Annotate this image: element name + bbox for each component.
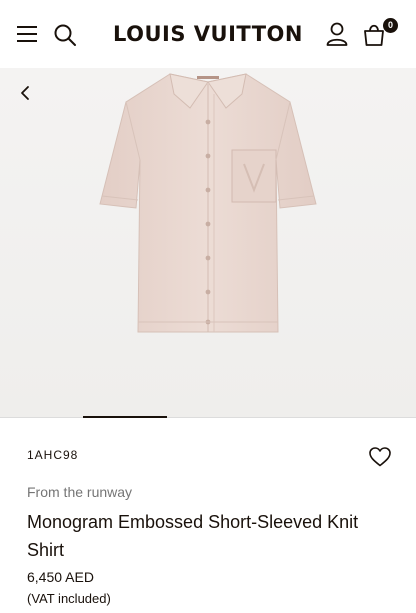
chevron-left-icon[interactable]	[17, 84, 35, 102]
product-price: 6,450 AED	[27, 569, 94, 585]
brand-logo[interactable]: LOUIS VUITTON	[108, 20, 308, 48]
product-tagline: From the runway	[27, 484, 133, 500]
top-header: LOUIS VUITTON 0	[0, 0, 416, 68]
bag-count-badge: 0	[383, 18, 398, 33]
product-title: Monogram Embossed Short-Sleeved Knit Shi…	[27, 512, 359, 560]
menu-bar	[17, 40, 37, 42]
product-image	[99, 73, 317, 333]
vat-note: (VAT included)	[27, 591, 111, 606]
product-page: LOUIS VUITTON 0 1AHC98 From the runway M…	[0, 0, 416, 613]
account-icon[interactable]	[326, 22, 348, 46]
menu-icon[interactable]	[17, 25, 37, 43]
heart-icon[interactable]	[369, 447, 391, 467]
gallery-progress-track	[0, 417, 416, 418]
gallery-progress-active[interactable]	[83, 416, 167, 418]
menu-bar	[17, 26, 37, 28]
product-sku: 1AHC98	[27, 448, 79, 462]
product-image-gallery[interactable]	[0, 68, 416, 418]
menu-bar	[17, 33, 37, 35]
search-icon[interactable]	[53, 23, 77, 47]
